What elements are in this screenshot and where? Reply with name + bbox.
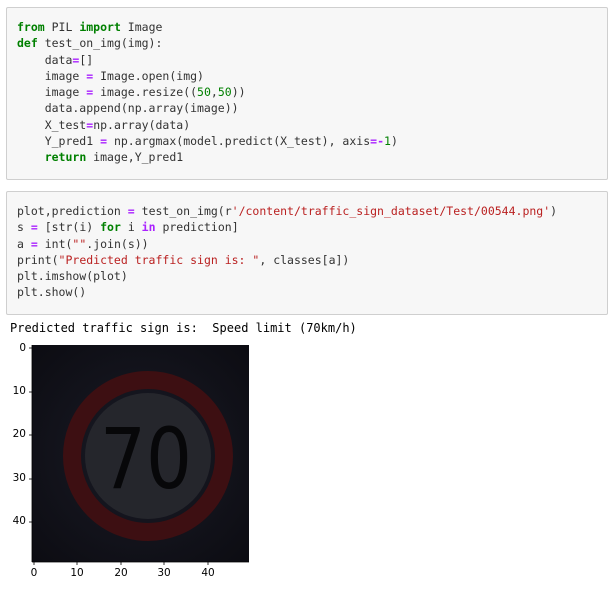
code-token: =	[100, 134, 108, 149]
code-token: int(	[37, 236, 73, 251]
code-token: plt.show()	[17, 285, 87, 300]
plot-output: 70 0 10 20 30 40 0 10 20 30 40	[0, 340, 260, 590]
code-token: image	[17, 85, 87, 100]
code-token: PIL	[44, 20, 80, 34]
code-token: data.append(np.array(image))	[17, 101, 239, 116]
x-tick-label: 10	[70, 567, 84, 579]
code-token: image	[17, 68, 87, 83]
output-text: Predicted traffic sign is: Speed limit (…	[10, 321, 357, 335]
code-token: =	[30, 236, 38, 251]
code-token: np.array(data)	[93, 117, 191, 132]
code-token: =	[127, 204, 135, 218]
code-cell-2[interactable]: plot,prediction = test_on_img(r'/content…	[6, 191, 608, 315]
code-token: ,	[210, 85, 218, 100]
x-tick-label: 0	[30, 567, 38, 579]
code-token: print(	[17, 252, 59, 267]
code-line: plot,prediction = test_on_img(r'/content…	[17, 203, 597, 219]
code-token: []	[79, 52, 94, 67]
code-token: 50	[217, 85, 232, 100]
y-tick-label: 40	[12, 515, 26, 527]
code-token: prediction]	[155, 220, 239, 235]
code-token: def	[17, 36, 38, 51]
code-token: )	[390, 134, 398, 149]
x-tick-label: 40	[201, 567, 215, 579]
code-token: return	[44, 150, 87, 165]
code-token: 1	[384, 134, 391, 149]
code-token: for	[100, 220, 121, 235]
code-line: data=[]	[17, 52, 597, 68]
code-line: image = image.resize((50,50))	[17, 84, 597, 100]
code-token: ))	[231, 85, 246, 100]
code-token: plt.imshow(plot)	[17, 269, 128, 284]
y-tick-label: 30	[12, 472, 26, 484]
code-token: a	[17, 236, 31, 251]
code-line: data.append(np.array(image))	[17, 100, 597, 116]
code-line: plt.show()	[17, 284, 597, 300]
code-token: 50	[197, 85, 211, 100]
code-line: print("Predicted traffic sign is: ", cla…	[17, 252, 597, 268]
code-block: plot,prediction = test_on_img(r'/content…	[17, 203, 597, 301]
code-token: '/content/traffic_sign_dataset/Test/0054…	[231, 204, 551, 218]
code-token: import	[79, 20, 121, 34]
code-token: Image	[120, 20, 163, 34]
code-token: image.resize((	[93, 85, 198, 100]
code-line: image = Image.open(img)	[17, 68, 597, 84]
code-token: .join(s))	[86, 236, 149, 251]
y-tick-label: 20	[12, 428, 26, 440]
code-line: plt.imshow(plot)	[17, 268, 597, 284]
code-token: "Predicted traffic sign is: "	[58, 252, 260, 267]
y-tick-label: 0	[19, 342, 26, 354]
code-token: Y_pred1	[17, 134, 101, 149]
code-token: ""	[72, 236, 87, 251]
code-token: , classes[a])	[259, 252, 350, 267]
code-token: [str(i)	[37, 220, 101, 235]
code-line: return image,Y_pred1	[17, 149, 597, 165]
code-block: from PIL import Image def test_on_img(img…	[17, 19, 597, 166]
code-token: test_on_img(img):	[37, 36, 163, 51]
code-token: i	[120, 220, 142, 235]
code-line: Y_pred1 = np.argmax(model.predict(X_test…	[17, 133, 597, 149]
code-token: np.argmax(model.predict(X_test), axis	[107, 134, 371, 149]
y-tick-label: 10	[12, 385, 26, 397]
code-line: a = int("".join(s))	[17, 236, 597, 252]
code-token: test_on_img(r	[134, 204, 232, 218]
code-line: def test_on_img(img):	[17, 35, 597, 51]
code-token: from	[17, 20, 45, 34]
x-tick-label: 20	[114, 567, 128, 579]
plot-canvas: 70	[29, 345, 249, 565]
code-token: plot,prediction	[17, 204, 128, 218]
code-line: X_test=np.array(data)	[17, 117, 597, 133]
code-token: Image.open(img)	[93, 68, 204, 83]
code-cell-1[interactable]: from PIL import Image def test_on_img(img…	[6, 7, 608, 180]
code-line: s = [str(i) for i in prediction]	[17, 219, 597, 235]
code-token: image,Y_pred1	[86, 150, 184, 165]
code-token: s	[17, 220, 31, 235]
code-token: in	[141, 220, 156, 235]
code-token: =	[30, 220, 38, 235]
code-line: from PIL import Image	[17, 19, 597, 35]
sign-number: 70	[100, 411, 192, 509]
code-token: =-	[370, 134, 384, 149]
x-tick-label: 30	[157, 567, 171, 579]
code-token: data	[17, 52, 73, 67]
code-token: )	[550, 204, 558, 218]
code-token: X_test	[17, 117, 87, 132]
